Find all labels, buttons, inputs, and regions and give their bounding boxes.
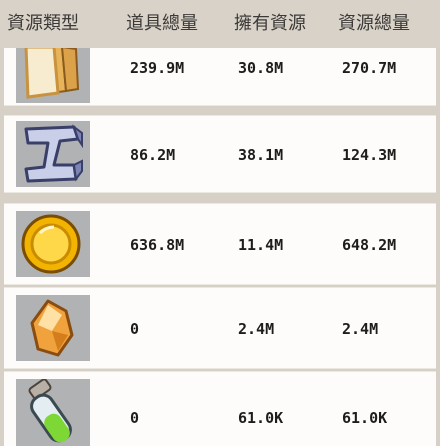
resource-total: 2.4M (342, 320, 379, 338)
col-owned-resource: 擁有資源 (234, 13, 306, 34)
amber-crystal-icon (16, 295, 90, 361)
item-total: 239.9M (130, 59, 185, 77)
col-item-total: 道具總量 (126, 13, 198, 34)
iron-ingot-icon (16, 121, 90, 187)
owned-resource: 2.4M (238, 320, 275, 338)
gold-coin-icon (16, 211, 90, 277)
item-total: 0 (130, 320, 140, 338)
table-row: 0 2.4M 2.4M (4, 287, 436, 369)
item-total: 0 (130, 409, 140, 427)
table-row: 636.8M 11.4M 648.2M (4, 203, 436, 285)
bread-icon (16, 48, 90, 103)
resource-list[interactable]: 239.9M 30.8M 270.7M 86.2M 38.1M 124.3M 6… (0, 48, 440, 446)
table-row: 86.2M 38.1M 124.3M (4, 115, 436, 193)
resource-total: 648.2M (342, 236, 397, 254)
table-row: 239.9M 30.8M 270.7M (4, 48, 436, 106)
col-resource-total: 資源總量 (338, 13, 410, 34)
owned-resource: 30.8M (238, 59, 284, 77)
resource-total: 270.7M (342, 59, 397, 77)
owned-resource: 11.4M (238, 236, 284, 254)
col-resource-type: 資源類型 (7, 13, 79, 34)
item-total: 636.8M (130, 236, 185, 254)
table-row: 0 61.0K 61.0K (4, 371, 436, 446)
table-header: 資源類型 道具總量 擁有資源 資源總量 (0, 0, 440, 48)
item-total: 86.2M (130, 146, 176, 164)
resource-total: 61.0K (342, 409, 388, 427)
owned-resource: 38.1M (238, 146, 284, 164)
green-potion-vial-icon (16, 378, 90, 446)
resource-total: 124.3M (342, 146, 397, 164)
owned-resource: 61.0K (238, 409, 284, 427)
